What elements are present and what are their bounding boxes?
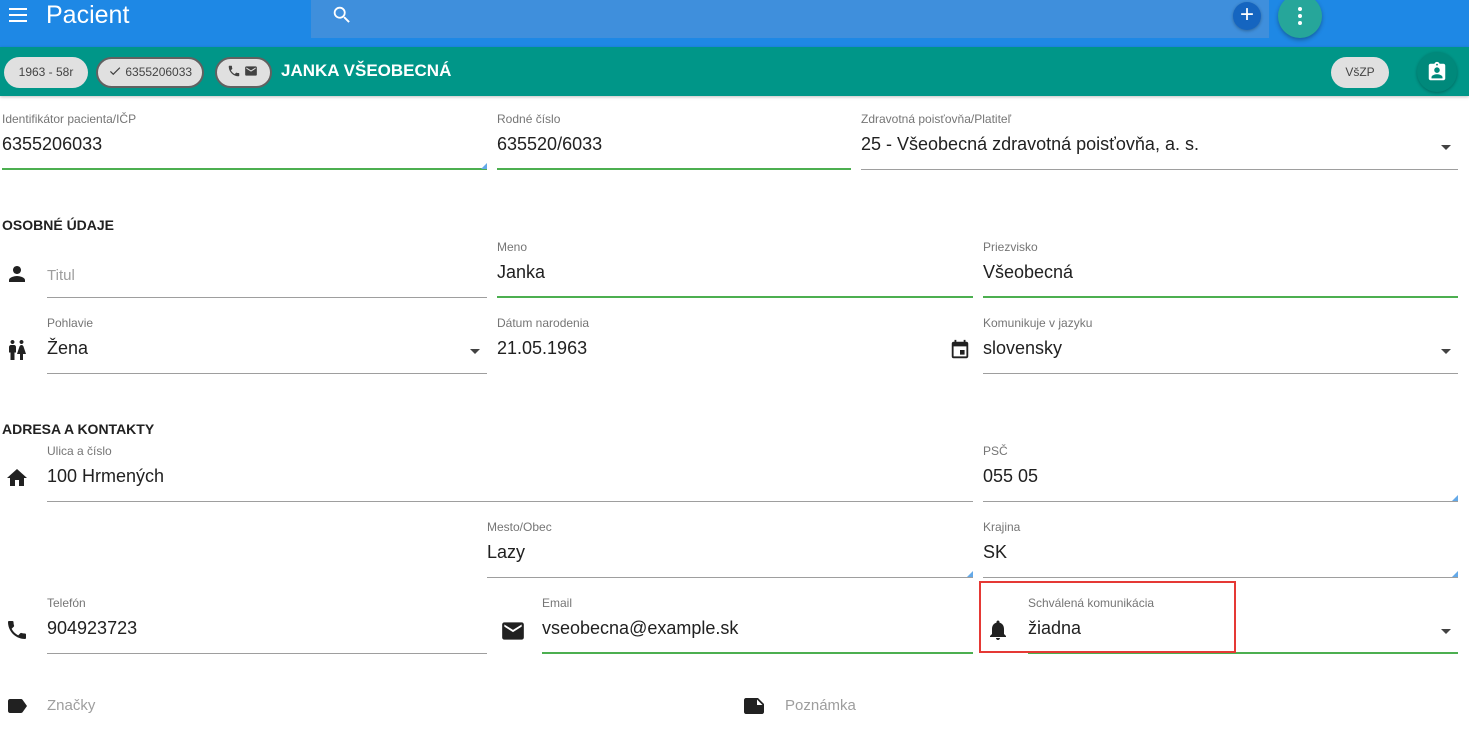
patient-bar: 1963 - 58r 6355206033 JANKA VŠEOBECNÁ Vš…	[0, 47, 1469, 96]
ulica-field[interactable]: Ulica a číslo 100 Hrmených	[47, 444, 973, 502]
patient-card-button[interactable]	[1417, 52, 1457, 92]
app-title: Pacient	[46, 1, 130, 29]
rodne-cislo-value: 635520/6033	[497, 134, 603, 154]
priezvisko-value: Všeobecná	[983, 262, 1074, 282]
poistovna-label: Zdravotná poisťovňa/Platiteľ	[861, 112, 1012, 126]
rodne-cislo-field[interactable]: Rodné číslo 635520/6033	[497, 112, 851, 170]
tags-field[interactable]: Značky	[47, 697, 95, 714]
insurer-chip[interactable]: VšZP	[1331, 57, 1389, 88]
mesto-value: Lazy	[487, 542, 526, 562]
meno-label: Meno	[497, 240, 528, 254]
plus-icon: +	[1239, 1, 1254, 28]
krajina-field[interactable]: Krajina SK	[983, 520, 1458, 578]
jazyk-select[interactable]: Komunikuje v jazyku slovensky	[983, 316, 1458, 374]
psc-value: 055 05	[983, 466, 1039, 486]
highlight-box	[979, 581, 1236, 653]
telefon-value: 904923723	[47, 618, 138, 638]
datum-narodenia-label: Dátum narodenia	[497, 316, 590, 330]
app-bar: Pacient +	[0, 0, 1469, 47]
check-icon	[109, 67, 121, 76]
contact-chip[interactable]	[215, 57, 272, 88]
search-icon[interactable]	[331, 4, 353, 26]
id-chip-label: 6355206033	[125, 65, 193, 79]
home-icon	[7, 469, 27, 486]
birth-chip[interactable]: 1963 - 58r	[4, 57, 88, 88]
mail-icon	[245, 66, 258, 76]
pohlavie-select[interactable]: Pohlavie Žena	[47, 316, 487, 374]
icp-field[interactable]: Identifikátor pacienta/IČP 6355206033	[2, 112, 487, 170]
section-osobne-udaje: OSOBNÉ ÚDAJE	[2, 217, 115, 233]
ulica-value: 100 Hrmených	[47, 466, 165, 486]
poistovna-select[interactable]: Zdravotná poisťovňa/Platiteľ 25 - Všeobe…	[861, 112, 1458, 170]
phone-icon	[228, 65, 240, 77]
section-adresa-kontakty: ADRESA A KONTAKTY	[2, 421, 155, 437]
priezvisko-label: Priezvisko	[983, 240, 1038, 254]
add-button[interactable]: +	[1233, 2, 1261, 30]
calendar-icon[interactable]	[949, 339, 971, 361]
meno-field[interactable]: Meno Janka	[497, 240, 973, 298]
email-field[interactable]: Email vseobecna@example.sk	[542, 596, 973, 654]
pohlavie-label: Pohlavie	[47, 316, 94, 330]
email-value: vseobecna@example.sk	[542, 618, 739, 638]
datum-narodenia-value: 21.05.1963	[497, 338, 588, 358]
titul-placeholder: Titul	[47, 267, 75, 284]
email-label: Email	[542, 596, 573, 610]
titul-field[interactable]: Titul	[47, 240, 487, 298]
krajina-value: SK	[983, 542, 1008, 562]
ulica-label: Ulica a číslo	[47, 444, 112, 458]
meno-value: Janka	[497, 262, 546, 282]
note-field[interactable]: Poznámka	[785, 697, 856, 714]
note-icon	[744, 698, 764, 714]
email-icon	[502, 622, 524, 640]
gender-icon	[9, 340, 26, 360]
krajina-label: Krajina	[983, 520, 1021, 534]
menu-icon[interactable]	[9, 8, 31, 26]
psc-field[interactable]: PSČ 055 05	[983, 444, 1458, 502]
dropdown-arrow-icon[interactable]	[1441, 145, 1451, 150]
psc-label: PSČ	[983, 444, 1008, 458]
more-button[interactable]	[1278, 0, 1322, 38]
rodne-cislo-label: Rodné číslo	[497, 112, 561, 126]
id-chip[interactable]: 6355206033	[96, 57, 205, 88]
label-tag-icon	[8, 699, 27, 713]
jazyk-value: slovensky	[983, 338, 1063, 358]
search-bar[interactable]	[311, 0, 1269, 38]
dropdown-arrow-icon[interactable]	[470, 349, 480, 354]
dropdown-arrow-icon[interactable]	[1441, 629, 1451, 634]
contact-card-icon	[1428, 61, 1446, 81]
patient-name: JANKA VŠEOBECNÁ	[281, 61, 452, 80]
priezvisko-field[interactable]: Priezvisko Všeobecná	[983, 240, 1458, 298]
icp-label: Identifikátor pacienta/IČP	[2, 112, 137, 126]
mesto-field[interactable]: Mesto/Obec Lazy	[487, 520, 973, 578]
mesto-label: Mesto/Obec	[487, 520, 552, 534]
pohlavie-value: Žena	[47, 338, 89, 358]
dropdown-arrow-icon[interactable]	[1441, 349, 1451, 354]
telefon-field[interactable]: Telefón 904923723	[47, 596, 487, 654]
jazyk-label: Komunikuje v jazyku	[983, 316, 1093, 330]
poistovna-value: 25 - Všeobecná zdravotná poisťovňa, a. s…	[861, 134, 1199, 154]
person-icon	[9, 266, 25, 282]
telefon-label: Telefón	[47, 596, 86, 610]
icp-value: 6355206033	[2, 134, 103, 154]
phone-icon	[8, 621, 26, 639]
datum-narodenia-field[interactable]: Dátum narodenia 21.05.1963	[497, 316, 973, 374]
